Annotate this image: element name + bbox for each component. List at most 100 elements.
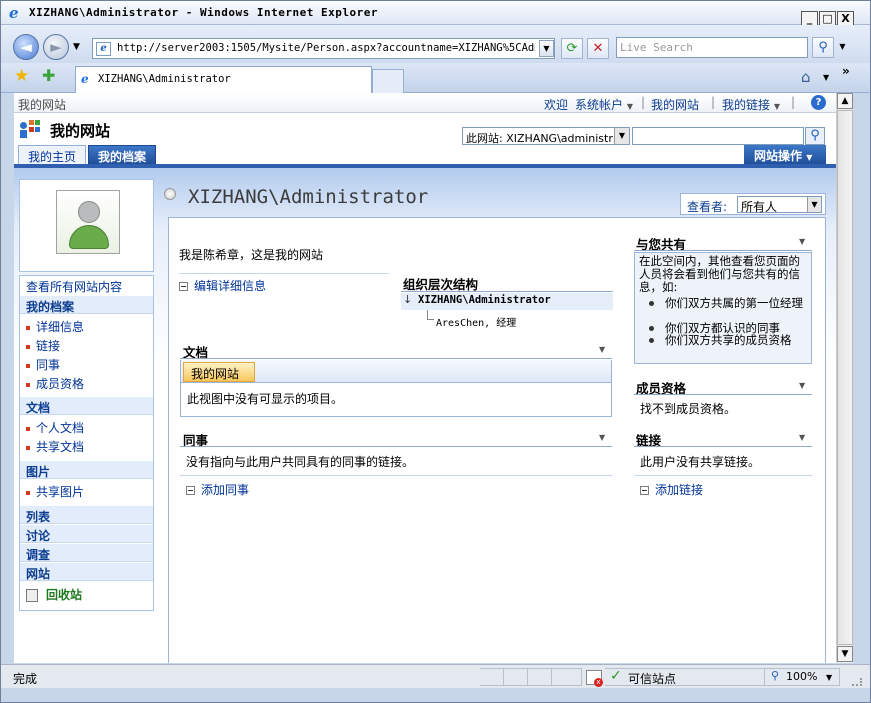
edit-details-link[interactable]: 编辑详细信息 <box>179 277 266 294</box>
divider <box>634 250 812 251</box>
org-manager-link[interactable]: AresChen, 经理 <box>436 314 516 329</box>
popup-blocked-icon[interactable]: x <box>586 670 603 687</box>
ql-item-links[interactable]: 链接 <box>26 337 60 354</box>
shared-box: 在此空间内，其他查看您页面的人员将会看到他们与您共有的信息，如: 你们双方共属的… <box>634 252 812 364</box>
security-zone[interactable]: 可信站点 <box>628 670 676 687</box>
ql-item-label: 同事 <box>36 358 61 372</box>
ql-heading-surveys[interactable]: 调查 <box>20 544 153 562</box>
avatar <box>56 190 120 254</box>
divider <box>180 475 612 476</box>
ql-heading-pictures[interactable]: 图片 <box>20 461 153 479</box>
view-all-content-link[interactable]: 查看所有网站内容 <box>26 278 122 295</box>
site-actions-dropdown-icon: ▼ <box>806 153 813 162</box>
status-pane <box>480 668 504 686</box>
site-search-icon[interactable]: ⚲ <box>805 127 825 145</box>
documents-tab-mysite[interactable]: 我的网站 <box>183 362 255 382</box>
forward-button[interactable]: ► <box>43 34 69 60</box>
add-favorites-icon[interactable]: ✚ <box>42 66 55 85</box>
minimize-button[interactable]: _ <box>801 11 818 26</box>
status-text: 完成 <box>13 672 38 686</box>
site-actions-menu[interactable]: 网站操作 ▼ <box>744 145 826 164</box>
zoom-dropdown-icon[interactable]: ▼ <box>826 673 832 682</box>
help-icon[interactable]: ? <box>811 95 826 110</box>
zoom-level[interactable]: 100% <box>786 670 817 683</box>
scroll-thumb[interactable] <box>837 110 853 645</box>
search-scope-value: 此网站: XIZHANG\administr <box>466 132 613 145</box>
address-dropdown-icon[interactable]: ▼ <box>539 40 554 57</box>
divider <box>401 291 613 292</box>
favorites-star-icon[interactable]: ★ <box>14 66 29 86</box>
presence-icon <box>164 188 176 200</box>
separator: | <box>711 95 716 109</box>
back-button[interactable]: ◄ <box>13 34 39 60</box>
live-search-input[interactable]: Live Search <box>616 37 808 58</box>
links-menu-icon[interactable]: ▼ <box>799 433 805 442</box>
tab-my-home[interactable]: 我的主页 <box>18 145 88 164</box>
browser-tab[interactable]: e XIZHANG\Administrator <box>75 66 372 93</box>
site-breadcrumb[interactable]: 我的网站 <box>18 96 66 113</box>
ql-item-label: 个人文档 <box>36 421 85 435</box>
ql-item-personal-docs[interactable]: 个人文档 <box>26 419 84 436</box>
recent-pages-dropdown-icon[interactable]: ▼ <box>73 42 80 52</box>
bullet-icon <box>26 426 30 431</box>
divider <box>634 446 812 447</box>
viewer-select[interactable]: 所有人 ▼ <box>737 196 822 214</box>
tab-my-profile[interactable]: 我的档案 <box>88 145 158 164</box>
account-dropdown-icon: ▼ <box>626 102 633 111</box>
documents-menu-icon[interactable]: ▼ <box>599 345 605 354</box>
ql-heading-discussions[interactable]: 讨论 <box>20 525 153 543</box>
home-icon[interactable]: ⌂ <box>801 68 811 86</box>
ql-heading-my-profile[interactable]: 我的档案 <box>20 296 153 314</box>
window-title: XIZHANG\Administrator - Windows Internet… <box>29 6 379 19</box>
address-url[interactable]: http://server2003:1505/Mysite/Person.asp… <box>117 42 535 54</box>
divider <box>180 446 612 447</box>
mysite-logo-icon <box>20 120 40 138</box>
recycle-bin-link[interactable]: 回收站 <box>26 586 82 603</box>
add-colleague-link[interactable]: 添加同事 <box>186 481 249 498</box>
ql-item-memberships[interactable]: 成员资格 <box>26 375 84 392</box>
more-tools-icon[interactable]: » <box>842 64 850 78</box>
ql-item-shared-pictures[interactable]: 共享图片 <box>26 483 84 500</box>
refresh-icon[interactable]: ⟳ <box>561 38 583 59</box>
ql-item-shared-docs[interactable]: 共享文档 <box>26 438 84 455</box>
scroll-down-icon[interactable]: ▼ <box>837 646 853 662</box>
add-colleague-label: 添加同事 <box>201 483 250 497</box>
divider <box>179 273 389 274</box>
documents-empty-text: 此视图中没有可显示的项目。 <box>187 392 344 406</box>
new-tab-button[interactable] <box>372 69 404 93</box>
my-links-menu[interactable]: 我的链接 ▼ <box>722 96 780 113</box>
ql-item-label: 成员资格 <box>36 377 85 391</box>
divider <box>634 394 812 395</box>
search-options-icon[interactable]: ▼ <box>835 39 850 56</box>
page-title: 我的网站 <box>50 122 111 140</box>
scroll-up-icon[interactable]: ▲ <box>837 93 853 109</box>
close-button[interactable]: X <box>837 11 854 26</box>
memberships-menu-icon[interactable]: ▼ <box>799 381 805 390</box>
stop-icon[interactable]: ✕ <box>587 38 609 59</box>
colleagues-empty-text: 没有指向与此用户共同具有的同事的链接。 <box>186 455 415 469</box>
account-menu[interactable]: 系统帐户 ▼ <box>575 96 633 113</box>
search-scope-select[interactable]: 此网站: XIZHANG\administr ▼ <box>462 127 630 145</box>
vertical-scrollbar[interactable]: ▲ ▼ <box>836 93 853 663</box>
address-bar[interactable]: e http://server2003:1505/Mysite/Person.a… <box>92 38 555 59</box>
ql-heading-sites[interactable]: 网站 <box>20 563 153 581</box>
ql-heading-documents[interactable]: 文档 <box>20 397 153 415</box>
ql-item-details[interactable]: 详细信息 <box>26 318 84 335</box>
tab-title: XIZHANG\Administrator <box>98 73 231 85</box>
add-link-link[interactable]: 添加链接 <box>640 481 703 498</box>
bullet-icon <box>26 363 30 368</box>
shared-menu-icon[interactable]: ▼ <box>799 237 805 246</box>
separator: | <box>791 95 796 109</box>
resize-grip[interactable] <box>852 678 862 686</box>
ql-item-label: 共享文档 <box>36 440 85 454</box>
home-dropdown-icon[interactable]: ▼ <box>823 73 829 82</box>
bullet-icon <box>26 490 30 495</box>
maximize-button[interactable]: □ <box>819 11 836 26</box>
colleagues-menu-icon[interactable]: ▼ <box>599 433 605 442</box>
ql-item-colleagues[interactable]: 同事 <box>26 356 60 373</box>
bullet-icon <box>26 382 30 387</box>
search-go-icon[interactable]: ⚲ <box>812 37 834 58</box>
site-search-input[interactable] <box>632 127 804 145</box>
ql-heading-lists[interactable]: 列表 <box>20 506 153 524</box>
my-site-link[interactable]: 我的网站 <box>651 96 699 113</box>
